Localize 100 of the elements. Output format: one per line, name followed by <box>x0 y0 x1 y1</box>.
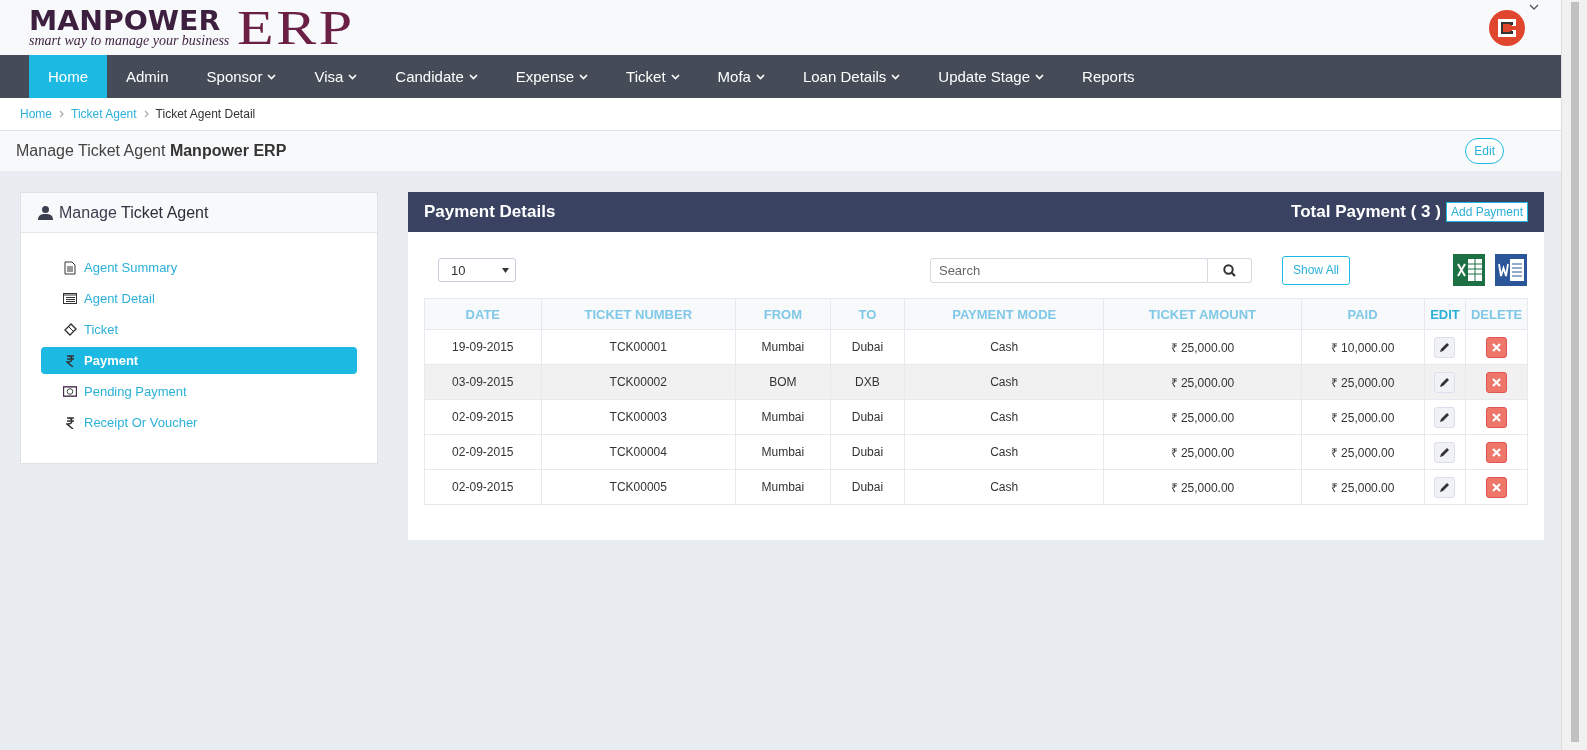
document-icon[interactable] <box>1495 254 1527 286</box>
table-cell: ₹ 25,000.00 <box>1103 434 1301 470</box>
table-cell: ₹ 25,000.00 <box>1103 399 1301 435</box>
page-size-select[interactable]: 10 <box>438 258 516 282</box>
close-icon <box>1492 447 1502 457</box>
table-cell: Dubai <box>830 399 905 435</box>
table-cell: 19-09-2015 <box>424 329 542 365</box>
table-cell: Cash <box>904 364 1104 400</box>
nav-item[interactable]: Candidate <box>376 55 497 98</box>
logo-brand: MANPOWER <box>29 7 221 34</box>
nav-item[interactable]: Admin <box>107 55 188 98</box>
table-cell: ₹ 25,000.00 <box>1301 364 1425 400</box>
table-cell: ₹ 10,000.00 <box>1301 329 1425 365</box>
table-cell: TCK00003 <box>541 399 736 435</box>
table-cell: 02-09-2015 <box>424 469 542 505</box>
user-avatar-icon[interactable] <box>1489 9 1525 46</box>
table-cell: Cash <box>904 399 1104 435</box>
close-icon <box>1492 482 1502 492</box>
column-header: PAYMENT MODE <box>904 298 1104 330</box>
table-cell: ₹ 25,000.00 <box>1301 434 1425 470</box>
column-header: DELETE <box>1465 298 1528 330</box>
nav-item[interactable]: Sponsor <box>187 55 296 98</box>
table-cell: ₹ 25,000.00 <box>1103 469 1301 505</box>
scrollbar[interactable] <box>1561 0 1587 750</box>
delete-row-button[interactable] <box>1486 476 1508 498</box>
edit-row-button[interactable] <box>1434 476 1456 498</box>
logo-product: ERP <box>237 7 355 48</box>
nav-item[interactable]: Reports <box>1063 55 1154 98</box>
sidebar-item[interactable]: Agent Summary <box>41 254 357 281</box>
delete-row-button[interactable] <box>1486 441 1508 463</box>
close-icon <box>1492 412 1502 422</box>
nav-item[interactable]: Loan Details <box>783 55 920 98</box>
table-cell: ₹ 25,000.00 <box>1301 399 1425 435</box>
edit-row-button[interactable] <box>1434 371 1456 393</box>
table-cell: Cash <box>904 329 1104 365</box>
table-cell: Mumbai <box>735 399 831 435</box>
delete-row-button[interactable] <box>1486 406 1508 428</box>
nav-item[interactable]: Mofa <box>698 55 784 98</box>
dropdown-arrow-icon <box>502 267 509 273</box>
chevron-right-icon <box>59 110 64 118</box>
search-button[interactable] <box>1207 257 1252 283</box>
sidebar-item[interactable]: Agent Detail <box>41 285 357 312</box>
total-payment: Total Payment ( 3 ) <box>1291 202 1441 222</box>
sidebar-item[interactable]: Ticket <box>41 316 357 343</box>
nav-item[interactable]: Update Stage <box>919 55 1064 98</box>
delete-row-button[interactable] <box>1486 371 1508 393</box>
edit-row-button[interactable] <box>1434 441 1456 463</box>
page-title: Manage Ticket Agent Manpower ERP <box>16 142 287 160</box>
table-cell: 02-09-2015 <box>424 434 542 470</box>
table-cell: Mumbai <box>735 434 831 470</box>
breadcrumb-current: Ticket Agent Detail <box>155 107 256 121</box>
table-cell: ₹ 25,000.00 <box>1301 469 1425 505</box>
column-header: TO <box>830 298 905 330</box>
search-icon <box>1222 263 1236 277</box>
breadcrumb-link[interactable]: Ticket Agent <box>71 107 137 121</box>
pencil-icon <box>1439 411 1451 423</box>
nav-item[interactable]: Ticket <box>607 55 699 98</box>
table-cell: BOM <box>735 364 831 400</box>
list-icon <box>63 293 77 304</box>
spreadsheet-icon[interactable] <box>1453 254 1485 286</box>
sidebar-item[interactable]: Pending Payment <box>41 378 357 405</box>
table-cell: TCK00002 <box>541 364 736 400</box>
pencil-icon <box>1439 341 1451 353</box>
table-cell: TCK00005 <box>541 469 736 505</box>
column-header: PAID <box>1301 298 1425 330</box>
rupee-icon <box>63 416 77 429</box>
edit-row-button[interactable] <box>1434 336 1456 358</box>
search-field[interactable]: Search <box>929 257 1208 283</box>
delete-row-button[interactable] <box>1486 336 1508 358</box>
column-header: TICKET NUMBER <box>541 298 736 330</box>
edit-button[interactable]: Edit <box>1465 138 1504 164</box>
show-all-button[interactable]: Show All <box>1281 255 1350 285</box>
nav-item[interactable]: Visa <box>295 55 377 98</box>
panel-title: Payment Details <box>424 202 556 222</box>
column-header: EDIT <box>1424 298 1466 330</box>
sidebar-item[interactable]: Receipt Or Voucher <box>41 409 357 436</box>
rupee-icon <box>63 354 77 367</box>
table-cell: Dubai <box>830 329 905 365</box>
user-icon <box>38 205 53 220</box>
nav-item[interactable]: Home <box>29 55 107 98</box>
ticket-icon <box>63 323 77 336</box>
nav-item[interactable]: Expense <box>496 55 608 98</box>
sidebar-item[interactable]: Payment <box>41 347 357 374</box>
caret-icon[interactable] <box>1529 3 1539 11</box>
table-cell: Mumbai <box>735 329 831 365</box>
table-cell: TCK00001 <box>541 329 736 365</box>
add-payment-button[interactable]: Add Payment <box>1445 202 1528 222</box>
table-cell: Dubai <box>830 469 905 505</box>
table-cell: ₹ 25,000.00 <box>1103 329 1301 365</box>
pencil-icon <box>1439 446 1451 458</box>
logo-tagline: smart way to manage your business <box>29 33 230 48</box>
sidebar-title: Manage Ticket Agent <box>59 203 209 222</box>
breadcrumb-link[interactable]: Home <box>20 107 52 121</box>
edit-row-button[interactable] <box>1434 406 1456 428</box>
table-cell: Mumbai <box>735 469 831 505</box>
pencil-icon <box>1439 481 1451 493</box>
table-cell: 03-09-2015 <box>424 364 542 400</box>
table-cell: TCK00004 <box>541 434 736 470</box>
column-header: FROM <box>735 298 831 330</box>
table-cell: 02-09-2015 <box>424 399 542 435</box>
